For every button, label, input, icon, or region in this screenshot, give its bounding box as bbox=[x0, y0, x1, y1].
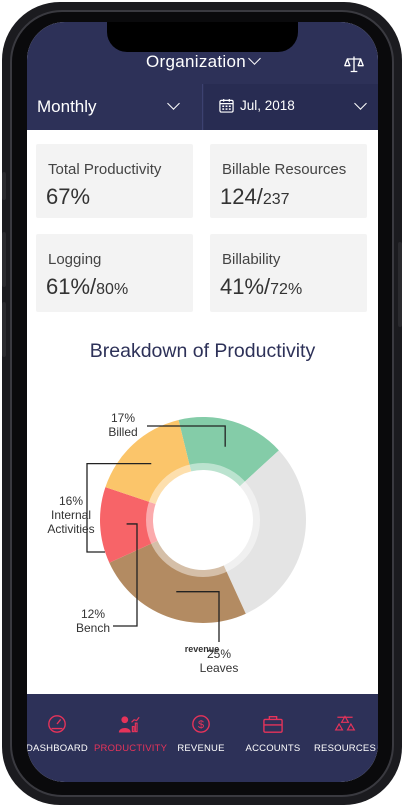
svg-text:$: $ bbox=[198, 719, 204, 731]
metric-label: Total Productivity bbox=[48, 161, 162, 178]
metric-label: Billability bbox=[222, 251, 281, 268]
tab-productivity[interactable]: PRODUCTIVITY bbox=[94, 714, 168, 754]
filter-bar: Monthly Jul, 2018 bbox=[27, 84, 378, 130]
phone-notch bbox=[107, 22, 298, 52]
tab-label: DASHBOARD bbox=[27, 743, 88, 754]
phone-volume-up bbox=[2, 232, 6, 287]
tab-label: ACCOUNTS bbox=[245, 743, 301, 754]
dollar-icon: $ bbox=[192, 715, 210, 733]
data-label-billed: Billed bbox=[108, 425, 137, 439]
briefcase-icon bbox=[263, 716, 283, 733]
data-label-internal-2: Activities bbox=[47, 522, 94, 536]
tab-label: PRODUCTIVITY bbox=[94, 743, 168, 754]
chart-title: Breakdown of Productivity bbox=[89, 340, 316, 362]
chevron-down-icon bbox=[248, 52, 261, 65]
tab-label: RESOURCES bbox=[314, 743, 376, 754]
chevron-down-icon bbox=[167, 97, 180, 110]
organization-selector[interactable]: Organization bbox=[27, 52, 378, 72]
metric-label: Logging bbox=[48, 251, 102, 268]
tab-dashboard[interactable]: DASHBOARD bbox=[27, 714, 92, 754]
data-label-leaves: Leaves bbox=[200, 661, 239, 675]
metric-card-billability[interactable]: Billability 41%/72% bbox=[210, 234, 367, 312]
date-picker[interactable]: Jul, 2018 bbox=[204, 84, 378, 130]
user-chart-icon bbox=[118, 716, 140, 733]
data-label-internal-pct: 16% bbox=[59, 494, 83, 508]
tab-label: REVENUE bbox=[177, 743, 225, 754]
data-label-leaves-pct: 25% bbox=[207, 647, 231, 661]
main-content: Total Productivity 67% Billable Resource… bbox=[27, 130, 378, 696]
phone-volume-down bbox=[2, 302, 6, 357]
metric-value: 41%/72% bbox=[220, 274, 303, 299]
tab-resources[interactable]: RESOURCES bbox=[310, 714, 378, 754]
bottom-tab-bar: DASHBOARD PRODUCTIVITY $ REVENUE ACCOUNT… bbox=[27, 694, 378, 782]
metric-card-total-productivity[interactable]: Total Productivity 67% bbox=[36, 144, 193, 218]
metric-value: 124/237 bbox=[220, 184, 290, 209]
donut-hole bbox=[159, 476, 247, 564]
metric-card-logging[interactable]: Logging 61%/80% bbox=[36, 234, 193, 312]
period-dropdown[interactable]: Monthly bbox=[27, 84, 203, 130]
phone-mute-switch bbox=[2, 172, 6, 200]
date-label: Jul, 2018 bbox=[240, 98, 295, 113]
gauge-icon bbox=[48, 715, 66, 733]
tab-revenue[interactable]: $ REVENUE bbox=[166, 714, 236, 754]
calendar-icon bbox=[219, 98, 234, 113]
phone-power-button bbox=[398, 242, 402, 327]
chevron-down-icon bbox=[354, 97, 367, 110]
data-label-billed-pct: 17% bbox=[111, 411, 135, 425]
tab-accounts[interactable]: ACCOUNTS bbox=[238, 714, 308, 754]
organization-title: Organization bbox=[146, 52, 246, 71]
metric-value: 67% bbox=[46, 184, 91, 209]
people-icon bbox=[334, 715, 356, 731]
balance-scale-icon[interactable] bbox=[344, 54, 364, 74]
period-label: Monthly bbox=[37, 97, 97, 116]
metric-label: Billable Resources bbox=[222, 161, 347, 178]
data-label-bench: Bench bbox=[76, 621, 110, 635]
productivity-donut-chart[interactable]: 17%Billed16%InternalActivities12%Benchre… bbox=[27, 370, 378, 700]
metric-value: 61%/80% bbox=[46, 274, 129, 299]
data-label-internal-1: Internal bbox=[51, 508, 91, 522]
data-label-bench-pct: 12% bbox=[81, 607, 105, 621]
app-screen: Organization Monthly Jul, 2018 Total Pro… bbox=[27, 22, 378, 782]
metric-card-billable-resources[interactable]: Billable Resources 124/237 bbox=[210, 144, 367, 218]
